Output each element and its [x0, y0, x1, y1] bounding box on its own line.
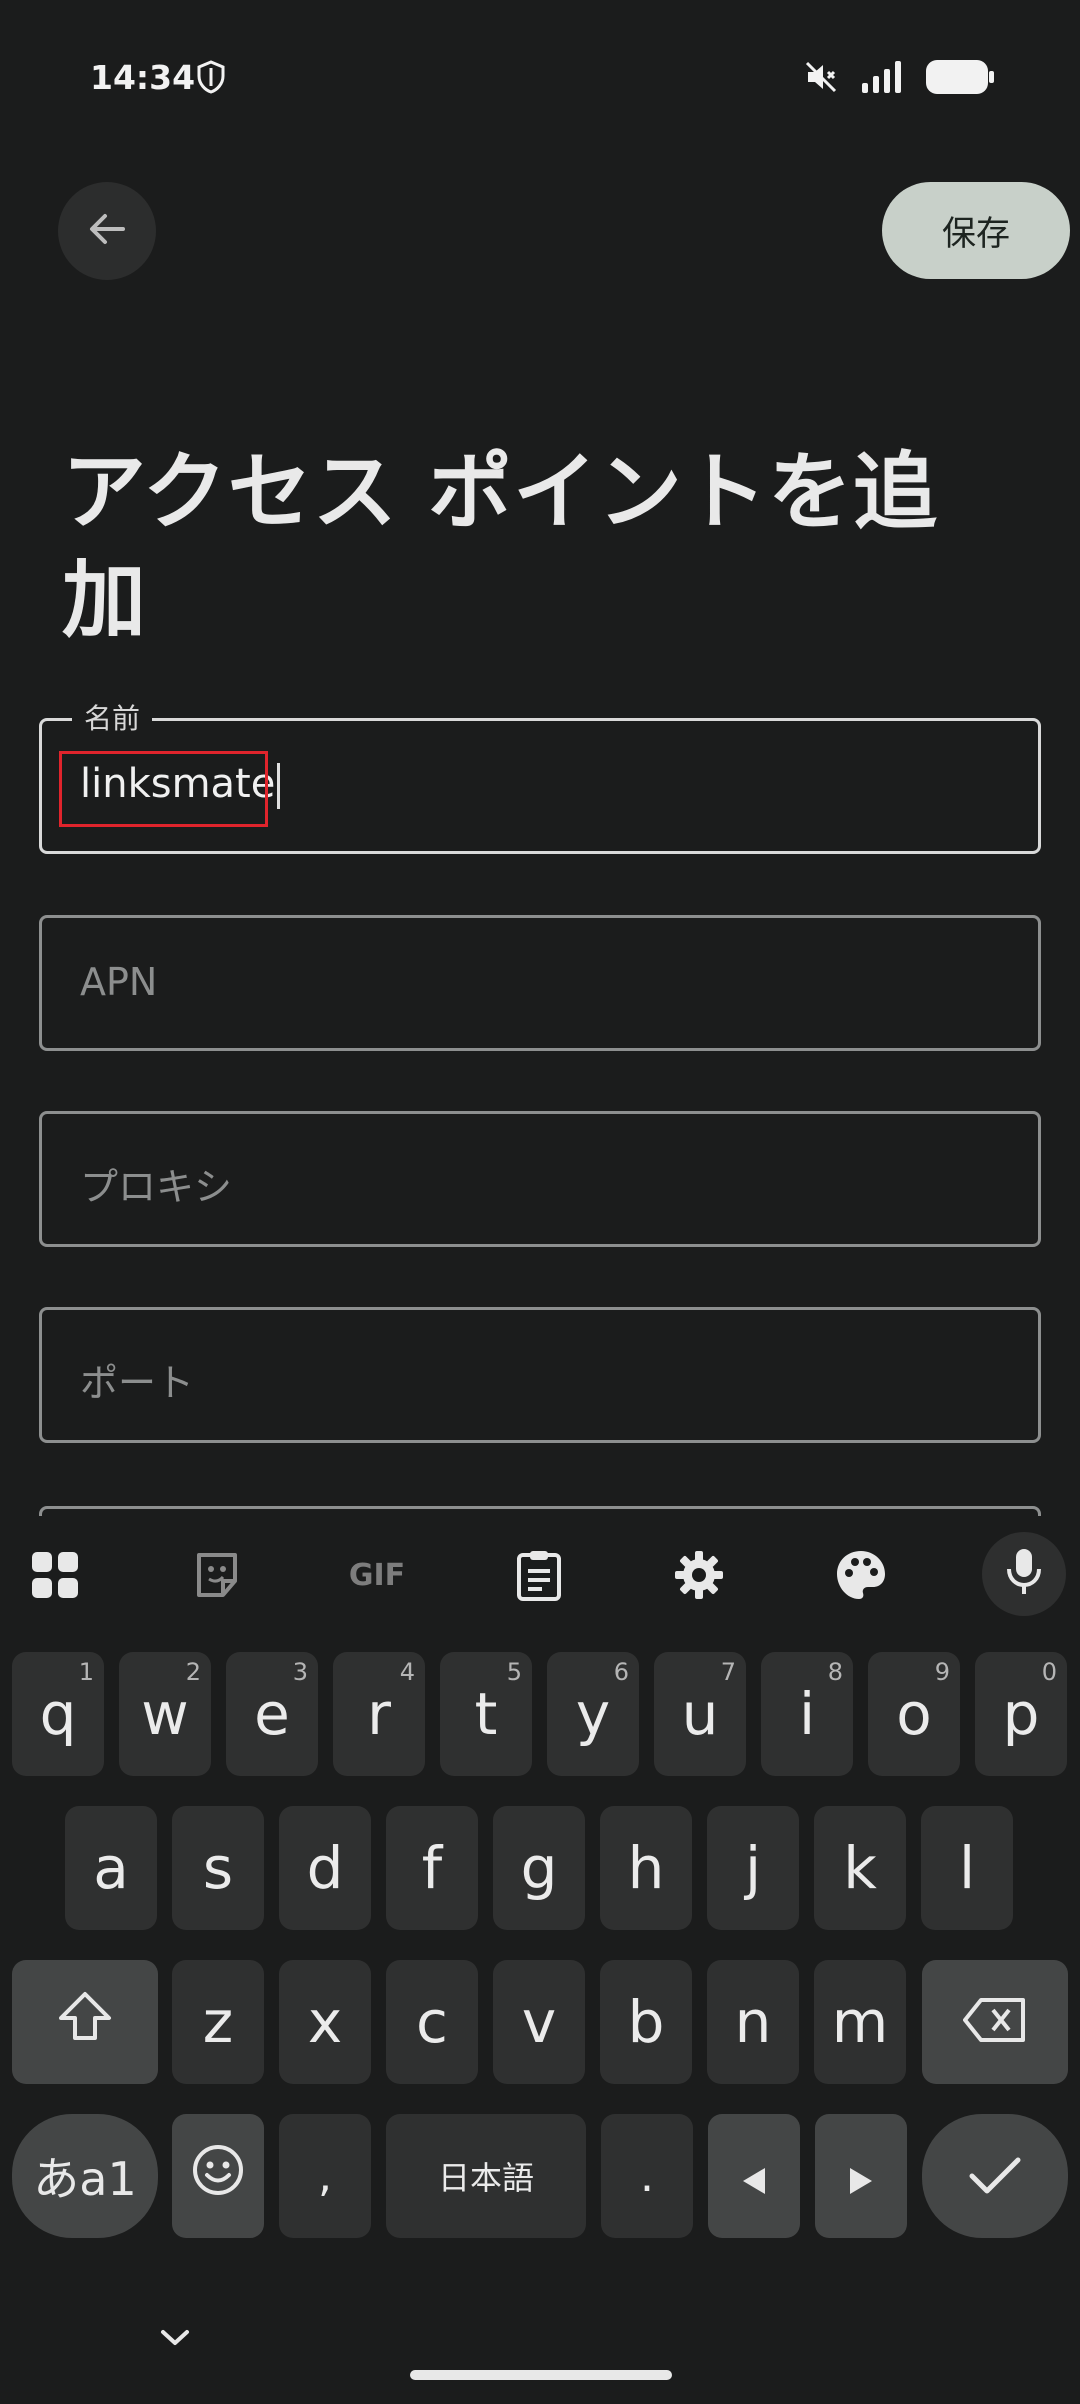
comma-key[interactable]: ,	[279, 2114, 371, 2238]
cursor-left-key[interactable]	[708, 2114, 800, 2238]
text-cursor	[277, 763, 281, 809]
settings-icon[interactable]	[664, 1540, 734, 1610]
key-c[interactable]: c	[386, 1960, 478, 2084]
cursor-right-key[interactable]	[815, 2114, 907, 2238]
key-x[interactable]: x	[279, 1960, 371, 2084]
apn-field[interactable]: APN	[39, 915, 1041, 1051]
shield-icon	[196, 60, 226, 98]
key-p[interactable]: p0	[975, 1652, 1067, 1776]
key-y[interactable]: y6	[547, 1652, 639, 1776]
back-button[interactable]	[58, 182, 156, 280]
key-i[interactable]: i8	[761, 1652, 853, 1776]
key-v[interactable]: v	[493, 1960, 585, 2084]
key-label: e	[254, 1680, 290, 1748]
battery-icon	[926, 60, 994, 98]
backspace-icon	[963, 1988, 1027, 2056]
key-l[interactable]: l	[921, 1806, 1013, 1930]
key-hint: 0	[1041, 1658, 1057, 1686]
arrow-left-icon	[741, 2142, 767, 2210]
key-b[interactable]: b	[600, 1960, 692, 2084]
enter-key[interactable]	[922, 2114, 1068, 2238]
key-h[interactable]: h	[600, 1806, 692, 1930]
mute-icon	[804, 60, 838, 98]
shift-icon	[57, 1988, 113, 2056]
key-label: q	[39, 1680, 77, 1748]
key-hint: 1	[78, 1658, 94, 1686]
name-field-label: 名前	[72, 697, 153, 737]
space-key[interactable]: 日本語	[386, 2114, 586, 2238]
key-e[interactable]: e3	[226, 1652, 318, 1776]
mode-switch-key[interactable]: あa1	[12, 2114, 158, 2238]
signal-icon	[862, 61, 902, 97]
port-field[interactable]: ポート	[39, 1307, 1041, 1443]
save-button[interactable]: 保存	[882, 182, 1070, 279]
key-q[interactable]: q1	[12, 1652, 104, 1776]
selection-highlight	[59, 751, 268, 827]
apps-icon[interactable]	[20, 1540, 90, 1610]
key-label: i	[798, 1680, 816, 1748]
key-label: t	[474, 1680, 498, 1748]
key-label: y	[575, 1680, 611, 1748]
key-g[interactable]: g	[493, 1806, 585, 1930]
port-placeholder: ポート	[80, 1361, 195, 1405]
key-o[interactable]: o9	[868, 1652, 960, 1776]
key-d[interactable]: d	[279, 1806, 371, 1930]
key-hint: 9	[934, 1658, 950, 1686]
shift-key[interactable]	[12, 1960, 158, 2084]
key-hint: 7	[720, 1658, 736, 1686]
status-icons	[804, 60, 994, 98]
key-hint: 3	[292, 1658, 308, 1686]
key-label: r	[367, 1680, 391, 1748]
key-m[interactable]: m	[814, 1960, 906, 2084]
key-label: p	[1002, 1680, 1040, 1748]
hide-keyboard-icon[interactable]	[160, 2328, 190, 2352]
key-t[interactable]: t5	[440, 1652, 532, 1776]
arrow-back-icon	[85, 207, 129, 255]
emoji-icon	[192, 2142, 244, 2210]
home-indicator[interactable]	[410, 2370, 672, 2380]
key-a[interactable]: a	[65, 1806, 157, 1930]
sticker-icon[interactable]	[182, 1540, 252, 1610]
key-label: u	[681, 1680, 719, 1748]
mic-button[interactable]	[982, 1532, 1066, 1616]
key-hint: 4	[399, 1658, 415, 1686]
period-key[interactable]: .	[601, 2114, 693, 2238]
proxy-field[interactable]: プロキシ	[39, 1111, 1041, 1247]
emoji-key[interactable]	[172, 2114, 264, 2238]
key-w[interactable]: w2	[119, 1652, 211, 1776]
gif-icon[interactable]: GIF	[342, 1540, 412, 1610]
backspace-key[interactable]	[922, 1960, 1068, 2084]
key-k[interactable]: k	[814, 1806, 906, 1930]
mic-icon	[1004, 1547, 1044, 1601]
apn-placeholder: APN	[80, 960, 158, 1004]
key-label: w	[141, 1680, 189, 1748]
arrow-right-icon	[848, 2142, 874, 2210]
next-field-partial[interactable]	[39, 1506, 1041, 1516]
key-f[interactable]: f	[386, 1806, 478, 1930]
key-label: o	[896, 1680, 932, 1748]
palette-icon[interactable]	[826, 1540, 896, 1610]
key-hint: 8	[827, 1658, 843, 1686]
proxy-placeholder: プロキシ	[80, 1165, 233, 1209]
key-hint: 6	[613, 1658, 629, 1686]
key-hint: 2	[185, 1658, 201, 1686]
key-s[interactable]: s	[172, 1806, 264, 1930]
key-r[interactable]: r4	[333, 1652, 425, 1776]
mode-switch-label: あa1	[33, 2152, 137, 2206]
key-hint: 5	[506, 1658, 522, 1686]
status-time: 14:34	[90, 58, 196, 97]
clipboard-icon[interactable]	[504, 1540, 574, 1610]
key-u[interactable]: u7	[654, 1652, 746, 1776]
key-z[interactable]: z	[172, 1960, 264, 2084]
check-icon	[968, 2142, 1022, 2210]
page-title: アクセス ポイントを追加	[62, 443, 939, 649]
key-n[interactable]: n	[707, 1960, 799, 2084]
key-j[interactable]: j	[707, 1806, 799, 1930]
